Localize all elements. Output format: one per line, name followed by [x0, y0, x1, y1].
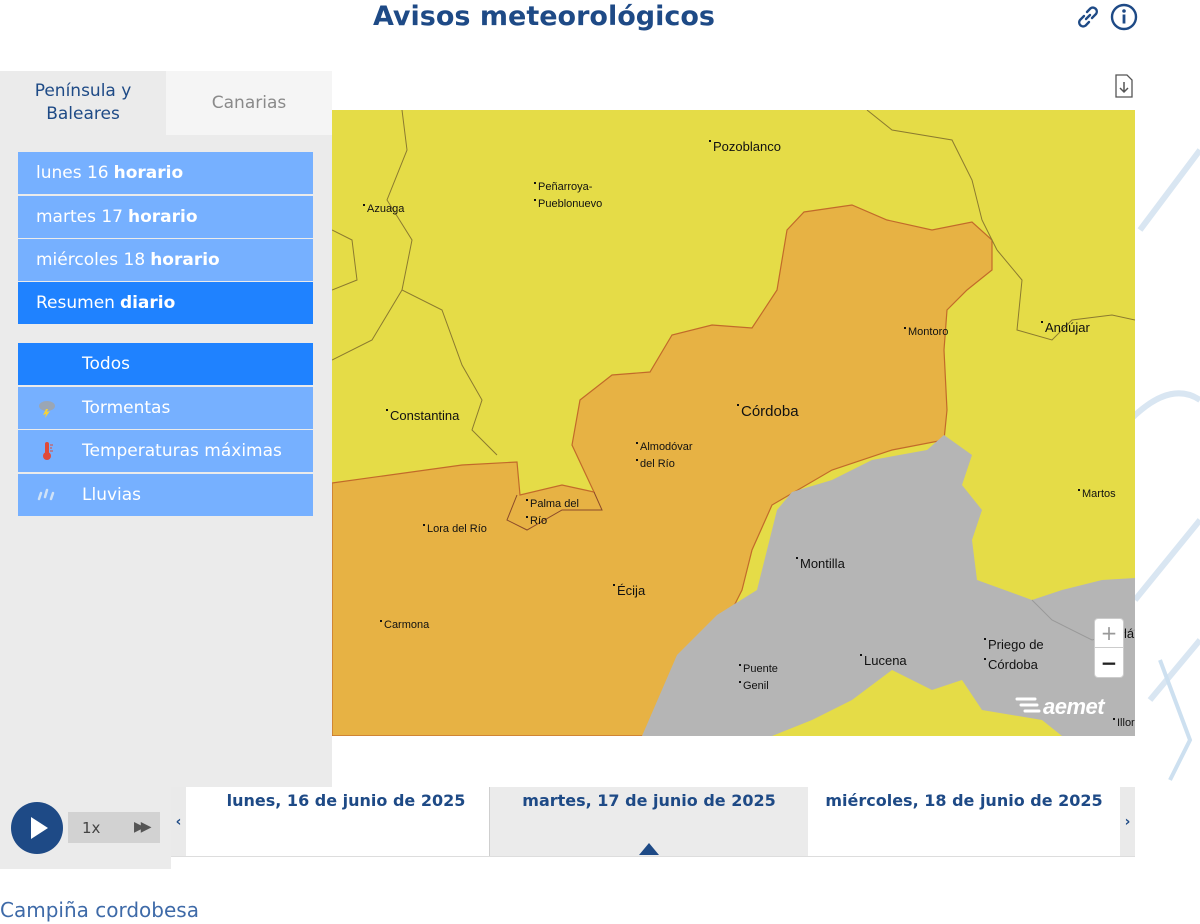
city-label: Córdoba [737, 403, 799, 420]
timeline-divider [171, 856, 1135, 857]
zoom-control: + − [1094, 618, 1124, 678]
city-label: Écija [612, 583, 646, 598]
day-mode: diario [119, 293, 176, 313]
tab-canarias[interactable]: Canarias [166, 71, 332, 135]
zoom-out-button[interactable]: − [1095, 648, 1123, 677]
speed-value: 1x [82, 818, 101, 837]
day-label: lunes 16 [36, 163, 109, 183]
filter-todos[interactable]: Todos [18, 343, 313, 385]
background-decoration [1130, 148, 1200, 781]
logo-text: aemet [1043, 694, 1105, 719]
city-label: Montoro [903, 326, 949, 338]
city-label: Martos [1078, 488, 1116, 500]
storm-icon [39, 401, 55, 418]
aemet-logo-mark [1015, 697, 1041, 713]
city-label: Priego de [984, 637, 1044, 652]
filter-label: Todos [82, 354, 130, 374]
timeline-day[interactable]: lunes, 16 de junio de 2025 [186, 787, 506, 857]
city-label: Andújar [1041, 320, 1090, 335]
city-label: Montilla [796, 556, 845, 571]
timeline-selected-marker [639, 843, 659, 855]
day-label: martes 17 [36, 207, 123, 227]
city-label: del Río [636, 458, 675, 470]
city-label: Illor [1113, 717, 1135, 729]
play-button[interactable] [11, 802, 63, 854]
filter-temperaturas-maximas[interactable]: Temperaturas máximas [18, 430, 313, 472]
link-icon[interactable] [1073, 2, 1103, 32]
filter-label: Temperaturas máximas [82, 441, 282, 461]
rain-icon [37, 488, 55, 501]
timeline-next-button[interactable]: › [1120, 787, 1135, 857]
filter-label: Tormentas [82, 398, 171, 418]
timeline-prev-button[interactable]: ‹ [171, 787, 186, 857]
speed-selector[interactable]: 1x ▶▶ [68, 812, 160, 843]
city-label: Lucena [860, 653, 907, 668]
city-label: Peñarroya- [533, 181, 593, 193]
filter-label: Lluvias [82, 485, 142, 505]
city-label: Genil [739, 680, 769, 692]
zoom-in-button[interactable]: + [1095, 619, 1123, 648]
city-label: Lora del Río [423, 523, 487, 535]
warning-map[interactable]: Pozoblanco Peñarroya- Pueblonuevo Azuaga… [332, 110, 1135, 736]
aemet-logo: aemet [1015, 694, 1105, 720]
city-label: Puente [739, 663, 778, 675]
city-label: Río [525, 515, 548, 527]
day-item-miercoles-18[interactable]: miércoles 18 horario [18, 239, 313, 281]
day-mode: horario [150, 250, 220, 270]
day-label: Resumen [36, 293, 115, 313]
thermometer-icon [43, 442, 53, 460]
day-mode: horario [113, 163, 184, 183]
city-label: Palma del [526, 498, 579, 510]
city-label: Pozoblanco [709, 139, 781, 154]
page-title: Avisos meteorológicos [373, 1, 715, 32]
day-label: miércoles 18 [36, 250, 146, 270]
city-label: Constantina [385, 408, 460, 423]
zone-title: Campiña cordobesa [0, 898, 199, 922]
day-item-resumen-diario[interactable]: Resumen diario [18, 282, 313, 324]
city-label: Córdoba [984, 657, 1038, 672]
day-item-martes-17[interactable]: martes 17 horario [18, 196, 313, 238]
day-mode: horario [127, 207, 198, 227]
fast-forward-icon[interactable]: ▶▶ [134, 819, 151, 835]
city-label: Azuaga [362, 203, 405, 215]
info-icon[interactable] [1109, 2, 1139, 32]
filter-lluvias[interactable]: Lluvias [18, 474, 313, 516]
day-item-lunes-16[interactable]: lunes 16 horario [18, 152, 313, 194]
download-icon[interactable] [1114, 74, 1134, 98]
city-label: Carmona [379, 619, 430, 631]
city-label: Almodóvar [636, 441, 693, 453]
city-label: Pueblonuevo [533, 198, 603, 210]
timeline-day[interactable]: miércoles, 18 de junio de 2025 [808, 787, 1120, 857]
city-label: lá [1119, 626, 1135, 641]
tab-peninsula-baleares[interactable]: Península y Baleares [0, 71, 166, 135]
filter-tormentas[interactable]: Tormentas [18, 387, 313, 429]
